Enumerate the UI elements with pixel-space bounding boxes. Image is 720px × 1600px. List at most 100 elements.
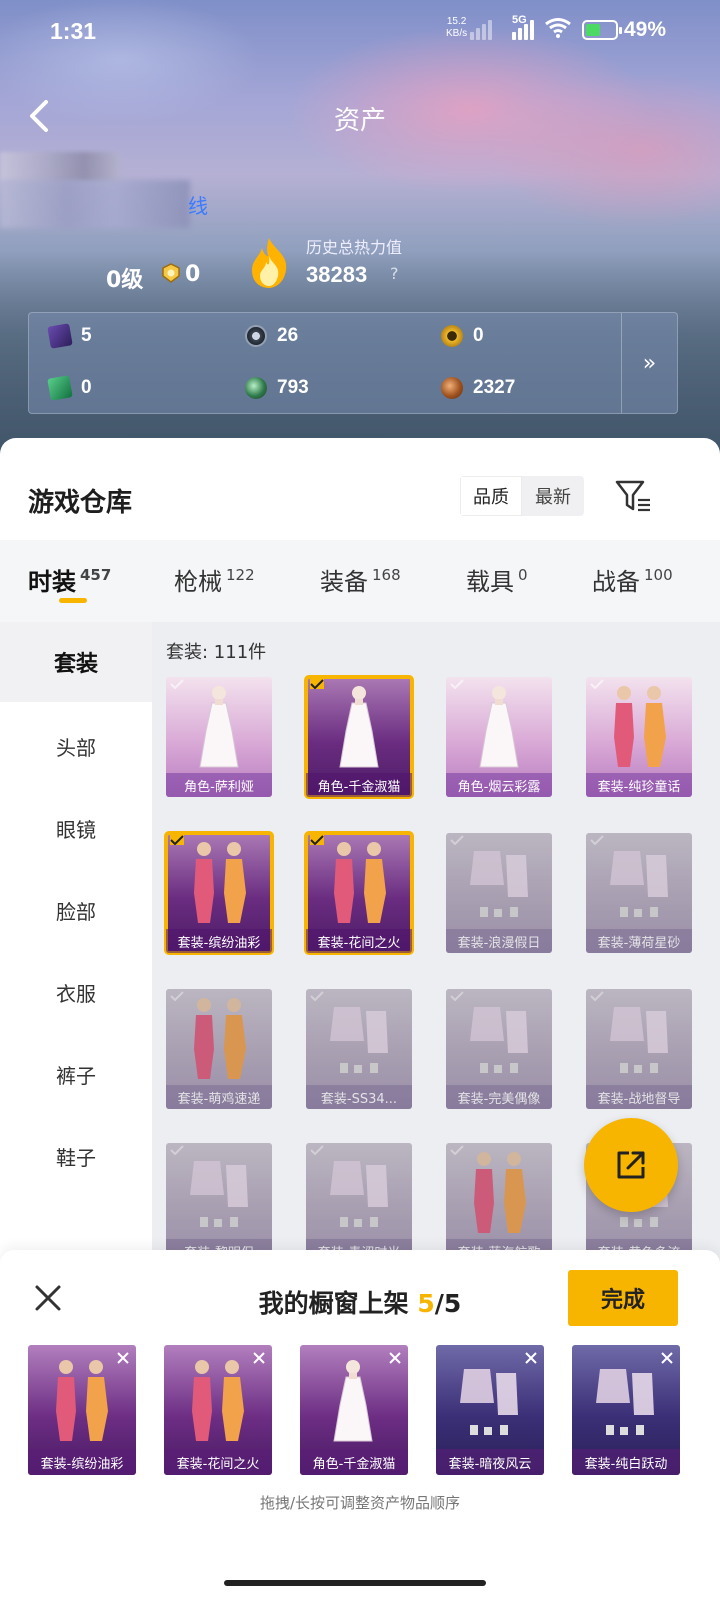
item-label: 角色-萨利娅: [166, 773, 272, 797]
external-link-icon: [617, 1151, 645, 1179]
gold-badge-icon: [441, 325, 463, 347]
wifi-icon: [545, 18, 571, 38]
tab-fashion[interactable]: 时装 457: [28, 562, 111, 597]
sidebar-item-clothes[interactable]: 衣服: [0, 952, 152, 1032]
currency-s-coin: 26: [245, 325, 298, 347]
sidebar-item-shoes[interactable]: 鞋子: [0, 1116, 152, 1196]
check-icon: [170, 679, 184, 689]
check-icon: [590, 835, 604, 845]
tab-supplies[interactable]: 战备 100: [592, 562, 673, 597]
status-time: 1:31: [50, 18, 97, 44]
item-card[interactable]: 角色-千金淑猫: [304, 675, 414, 799]
medal-count: 0: [185, 262, 201, 287]
status-bar: 1:31 15.2 KB/s 5G 49%: [0, 0, 720, 64]
sort-toggle: 品质 最新: [460, 476, 584, 516]
currency-green-ticket: 0: [47, 375, 92, 401]
item-label: 套装-完美偶像: [446, 1085, 552, 1109]
item-label: 套装-战地督导: [586, 1085, 692, 1109]
item-label: 角色-烟云彩露: [446, 773, 552, 797]
tab-equipment[interactable]: 装备 168: [320, 562, 401, 597]
green-orb-icon: [245, 377, 267, 399]
net-speed: 15.2 KB/s: [446, 16, 468, 39]
item-card[interactable]: 套装-SS34...: [306, 989, 412, 1109]
check-icon: [310, 835, 324, 845]
check-icon: [310, 1145, 324, 1155]
showcase-item[interactable]: 套装-纯白跃动: [572, 1345, 680, 1475]
check-icon: [310, 991, 324, 1001]
sidebar-item-pants[interactable]: 裤子: [0, 1034, 152, 1114]
currency-panel: 5 26 0 0 793 2327 »: [28, 312, 678, 414]
item-label: 套装-萌鸡速递: [166, 1085, 272, 1109]
item-label: 套装-花间之火: [306, 929, 412, 953]
showcase-item-label: 套装-花间之火: [164, 1449, 272, 1475]
sidebar: 套装 头部 眼镜 脸部 衣服 裤子 鞋子: [0, 622, 152, 1262]
sidebar-item-glasses[interactable]: 眼镜: [0, 788, 152, 868]
showcase-item-label: 套装-暗夜风云: [436, 1449, 544, 1475]
item-label: 套装-缤纷油彩: [166, 929, 272, 953]
check-icon: [170, 835, 184, 845]
remove-icon[interactable]: [388, 1351, 402, 1365]
remove-icon[interactable]: [660, 1351, 674, 1365]
item-card[interactable]: 套装-浪漫假日: [446, 833, 552, 953]
green-ticket-icon: [47, 375, 73, 401]
item-card[interactable]: 角色-烟云彩露: [446, 677, 552, 797]
item-card[interactable]: 套装-蓝海航歌: [446, 1143, 552, 1263]
item-card[interactable]: 套装-花间之火: [304, 831, 414, 955]
tab-guns[interactable]: 枪械 122: [174, 562, 255, 597]
remove-icon[interactable]: [524, 1351, 538, 1365]
currency-bronze-coin: 2327: [441, 377, 515, 399]
item-card[interactable]: 套装-纯珍童话: [586, 677, 692, 797]
flame-icon: [252, 238, 287, 288]
help-icon[interactable]: ?: [390, 264, 399, 283]
profile-link[interactable]: 线: [188, 190, 208, 219]
item-card[interactable]: 套装-黎明保: [166, 1143, 272, 1263]
currency-gold-badge: 0: [441, 325, 484, 347]
remove-icon[interactable]: [116, 1351, 130, 1365]
currency-green-orb: 793: [245, 377, 309, 399]
check-icon: [590, 991, 604, 1001]
check-icon: [590, 679, 604, 689]
remove-icon[interactable]: [252, 1351, 266, 1365]
active-tab-indicator: [59, 598, 87, 603]
filter-icon[interactable]: [614, 478, 654, 514]
item-card[interactable]: 套装-青涩时光: [306, 1143, 412, 1263]
sort-newest-button[interactable]: 最新: [522, 476, 584, 516]
warehouse-title: 游戏仓库: [28, 488, 133, 518]
avatar-blur: [0, 152, 120, 182]
tab-vehicles[interactable]: 载具 0: [466, 562, 528, 597]
item-card[interactable]: 套装-战地督导: [586, 989, 692, 1109]
medal-icon: [162, 263, 180, 283]
showcase-item[interactable]: 套装-暗夜风云: [436, 1345, 544, 1475]
heat-label: 历史总热力值: [306, 238, 403, 257]
currency-more-button[interactable]: »: [621, 313, 677, 413]
item-card[interactable]: 套装-缤纷油彩: [164, 831, 274, 955]
item-card[interactable]: 套装-萌鸡速递: [166, 989, 272, 1109]
reorder-hint: 拖拽/长按可调整资产物品顺序: [259, 1494, 461, 1512]
showcase-item[interactable]: 套装-花间之火: [164, 1345, 272, 1475]
sort-quality-button[interactable]: 品质: [460, 476, 522, 516]
item-label: 套装-纯珍童话: [586, 773, 692, 797]
signal-icon: [470, 18, 492, 40]
check-icon: [450, 679, 464, 689]
battery-percent: 49%: [624, 18, 667, 41]
currency-card: 5: [47, 323, 92, 349]
page-title: 资产: [333, 106, 386, 136]
showcase-item[interactable]: 套装-缤纷油彩: [28, 1345, 136, 1475]
check-icon: [450, 991, 464, 1001]
home-indicator[interactable]: [224, 1580, 486, 1586]
check-icon: [170, 1145, 184, 1155]
sidebar-item-face[interactable]: 脸部: [0, 870, 152, 950]
sidebar-item-suits[interactable]: 套装: [0, 622, 152, 702]
item-card[interactable]: 角色-萨利娅: [166, 677, 272, 797]
check-icon: [450, 835, 464, 845]
done-button[interactable]: 完成: [568, 1270, 678, 1326]
item-card[interactable]: 套装-薄荷星砂: [586, 833, 692, 953]
share-button[interactable]: [584, 1118, 678, 1212]
signal-5g-icon: [512, 18, 534, 40]
item-label: 角色-千金淑猫: [306, 773, 412, 797]
item-card[interactable]: 套装-完美偶像: [446, 989, 552, 1109]
sidebar-item-head[interactable]: 头部: [0, 706, 152, 786]
category-tabs: 时装 457 枪械 122 装备 168 载具 0 战备 100: [0, 540, 720, 622]
grid-count-label: 套装: 111件: [166, 642, 267, 663]
showcase-item[interactable]: 角色-千金淑猫: [300, 1345, 408, 1475]
